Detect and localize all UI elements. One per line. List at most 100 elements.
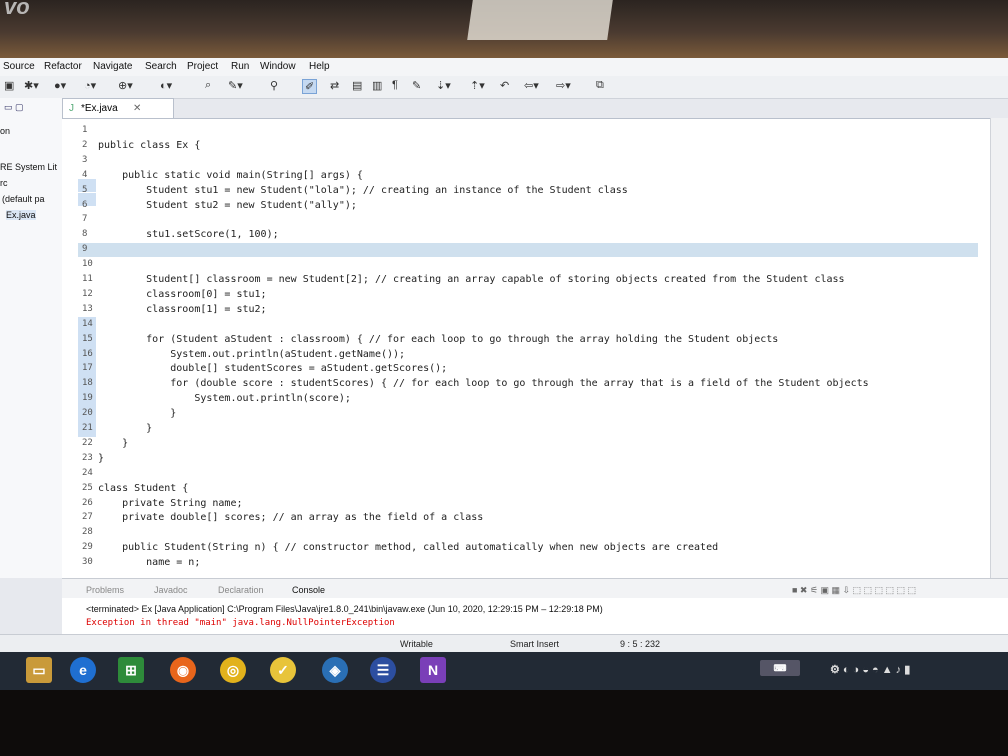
explorer-item-ex-java[interactable]: Ex.java [6, 210, 36, 220]
console-output: <terminated> Ex [Java Application] C:\Pr… [62, 598, 1008, 634]
file-explorer-icon[interactable]: ▭ [26, 657, 52, 683]
status-insert-mode: Smart Insert [510, 639, 560, 649]
open-type-icon[interactable]: ◐▾ [160, 79, 172, 92]
explorer-item-jre[interactable]: RE System Lit [0, 162, 57, 172]
status-bar: Writable Smart Insert 9 : 5 : 232 [0, 634, 1008, 653]
menu-project[interactable]: Project [187, 61, 218, 72]
console-toolbar-icons[interactable]: ■ ✖ ⚟ ▣ ▦ ⇩ ⬚ ⬚ ⬚ ⬚ ⬚ ⬚ [792, 585, 916, 596]
back-icon[interactable]: ⇦▾ [524, 79, 539, 92]
line-number: 25 [82, 482, 93, 493]
prev-annotation-icon[interactable]: ⇡▾ [470, 79, 485, 92]
tab-label: *Ex.java [81, 103, 118, 114]
new-class-icon[interactable]: ⊕▾ [118, 79, 133, 92]
chrome-icon[interactable]: ◎ [220, 657, 246, 683]
save-icon[interactable]: ▣ [4, 79, 14, 92]
toggle-icon[interactable]: ⇄ [330, 79, 339, 92]
menu-refactor[interactable]: Refactor [44, 61, 82, 72]
code-line[interactable]: classroom[0] = stu1; [98, 289, 266, 300]
onenote-icon[interactable]: N [420, 657, 446, 683]
tab-declaration[interactable]: Declaration [218, 585, 264, 595]
code-line[interactable]: Student stu1 = new Student("lola"); // c… [98, 185, 628, 196]
tab-ex-java[interactable]: J *Ex.java ✕ [62, 98, 174, 119]
menu-source[interactable]: Source [3, 61, 35, 72]
code-line[interactable]: } [98, 408, 176, 419]
menu-navigate[interactable]: Navigate [93, 61, 132, 72]
panel-controls-icon[interactable]: ▭ ▢ [4, 102, 24, 113]
explorer-item-src[interactable]: rc [0, 178, 8, 188]
package-explorer: ▭ ▢ on RE System Lit rc (default pa Ex.j… [0, 98, 63, 578]
code-line[interactable]: classroom[1] = stu2; [98, 304, 266, 315]
explorer-item[interactable]: on [0, 126, 10, 136]
line-number: 21 [82, 423, 93, 433]
menu-search[interactable]: Search [145, 61, 177, 72]
exception-line: Exception in thread "main" java.lang.Nul… [86, 618, 395, 628]
menu-help[interactable]: Help [309, 61, 330, 72]
explorer-item-default-package[interactable]: (default pa [2, 194, 45, 204]
code-line[interactable]: Student[] classroom = new Student[2]; //… [98, 274, 844, 285]
menu-window[interactable]: Window [260, 61, 296, 72]
code-line[interactable]: public static void main(String[] args) { [98, 170, 363, 181]
search-icon[interactable]: ⌕ [205, 79, 211, 92]
line-number: 3 [82, 154, 88, 165]
norton-icon[interactable]: ✓ [270, 657, 296, 683]
eclipse-window: Source Refactor Navigate Search Project … [0, 58, 1008, 690]
forward-icon[interactable]: ⇨▾ [556, 79, 571, 92]
terminated-line: <terminated> Ex [Java Application] C:\Pr… [86, 604, 603, 614]
code-line[interactable]: Student stu2 = new Student("ally"); [98, 200, 357, 211]
window-icon[interactable]: ▤ [352, 79, 362, 92]
code-line[interactable]: } [98, 453, 104, 464]
code-line[interactable]: System.out.println(score); [98, 393, 351, 404]
last-edit-icon[interactable]: ↶ [500, 79, 509, 92]
code-line[interactable]: for (Student aStudent : classroom) { // … [98, 334, 778, 345]
line-number: 5 [82, 184, 88, 195]
mark-occurrences-icon[interactable]: ✐ [302, 79, 318, 94]
pen-icon[interactable]: ✎▾ [228, 79, 243, 92]
code-line[interactable]: } [98, 438, 128, 449]
line-number: 13 [82, 303, 93, 314]
netbeans-icon[interactable]: ◈ [322, 657, 348, 683]
pin-icon[interactable]: ⚲ [270, 79, 278, 92]
external-icon[interactable]: ⧉ [596, 79, 604, 92]
firefox-icon[interactable]: ◉ [170, 657, 196, 683]
code-line[interactable]: private String name; [98, 498, 242, 509]
code-line[interactable]: public Student(String n) { // constructo… [98, 542, 718, 553]
run-icon[interactable]: ●▾ [54, 79, 66, 92]
list-icon[interactable]: ▥ [372, 79, 382, 92]
code-line[interactable]: public class Ex { [98, 140, 200, 151]
menu-run[interactable]: Run [231, 61, 249, 72]
line-number: 30 [82, 557, 93, 568]
line-number: 20 [82, 408, 93, 419]
line-number: 1 [82, 125, 88, 135]
code-line[interactable]: private double[] scores; // an array as … [98, 512, 483, 523]
annotation-icon[interactable]: ✎ [412, 79, 421, 92]
code-line[interactable]: System.out.println(aStudent.getName()); [98, 349, 405, 360]
code-line[interactable]: name = n; [98, 557, 200, 568]
line-number: 4 [82, 169, 88, 180]
code-line[interactable]: } [98, 423, 152, 434]
code-line[interactable]: class Student { [98, 483, 188, 494]
pilcrow-icon[interactable]: ¶ [392, 79, 398, 91]
edge-icon[interactable]: e [70, 657, 96, 683]
close-icon[interactable]: ✕ [133, 103, 141, 114]
status-position: 9 : 5 : 232 [620, 639, 661, 649]
tab-console[interactable]: Console [292, 585, 325, 595]
code-line[interactable]: double[] studentScores = aStudent.getSco… [98, 363, 447, 374]
line-number: 7 [82, 214, 88, 225]
debug-icon[interactable]: ✱▾ [24, 79, 39, 92]
vertical-scrollbar[interactable] [990, 118, 1008, 578]
run-config-icon[interactable]: ◔▾ [84, 79, 96, 92]
code-line[interactable]: for (double score : studentScores) { // … [98, 378, 868, 389]
line-number: 26 [82, 497, 93, 508]
keyboard-icon[interactable]: ⌨ [760, 660, 800, 676]
next-annotation-icon[interactable]: ⇣▾ [436, 79, 451, 92]
store-icon[interactable]: ⊞ [118, 657, 144, 683]
line-number: 19 [82, 393, 93, 404]
vpn-icon[interactable]: ☰ [370, 657, 396, 683]
code-line[interactable]: stu1.setScore(1, 100); [98, 229, 278, 240]
current-line-highlight [78, 243, 978, 257]
code-editor[interactable]: 1 2 3 4 5 6 7 8 9 10 11 12 13 14 15 16 17 18 19 20 21 22 23 24 2… [62, 118, 990, 579]
tab-problems[interactable]: Problems [86, 585, 124, 595]
tab-javadoc[interactable]: Javadoc [154, 585, 188, 595]
line-number: 22 [82, 437, 93, 448]
system-tray-icons[interactable]: ⚙ ◐ ◑ ◒ ◓ ▲ ♪ ▮ [830, 657, 1000, 683]
